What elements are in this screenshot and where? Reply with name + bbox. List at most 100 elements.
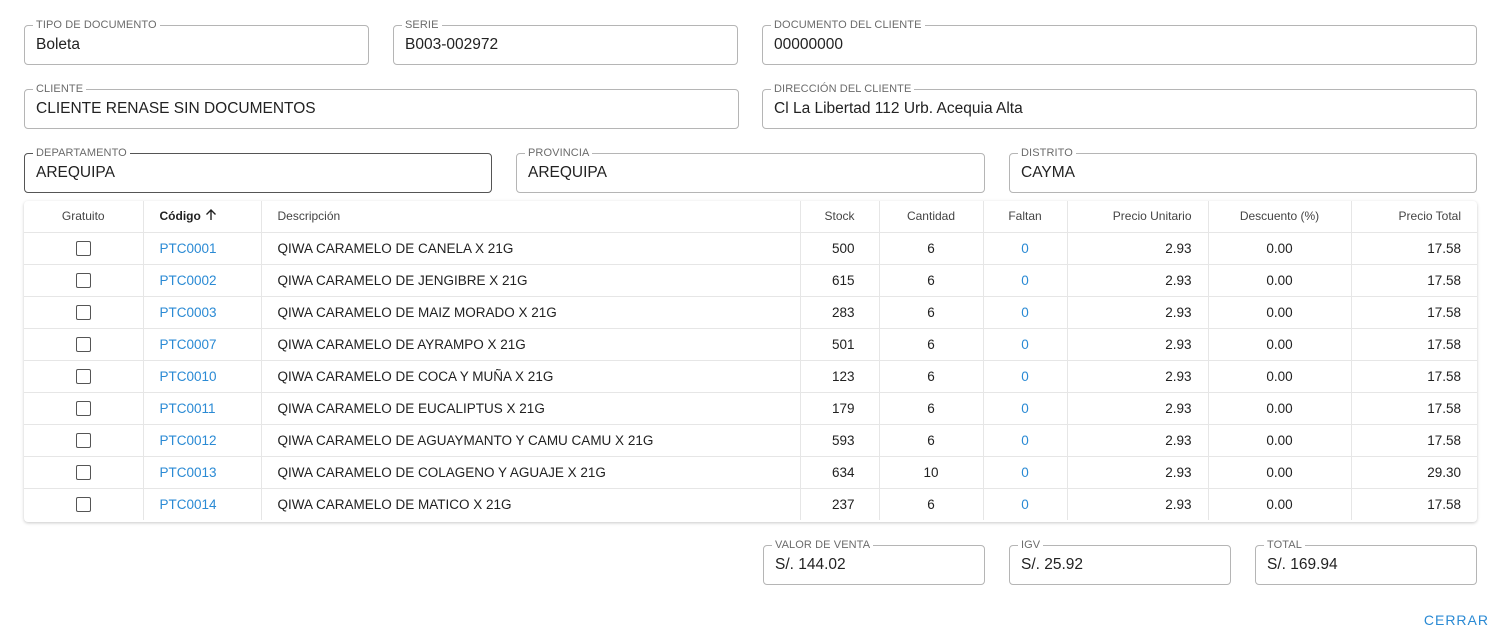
faltan-cell[interactable]: 0 (983, 296, 1068, 329)
descuento-cell: 0.00 (1208, 264, 1352, 297)
gratuito-checkbox-cell[interactable] (24, 232, 144, 265)
gratuito-checkbox[interactable] (75, 336, 91, 352)
precio-unitario-cell: 2.93 (1067, 296, 1209, 329)
codigo-cell[interactable]: PTC0001 (143, 232, 262, 265)
departamento-value: AREQUIPA (36, 164, 115, 181)
codigo-cell[interactable]: PTC0002 (143, 264, 262, 297)
col-header-faltan[interactable]: Faltan (983, 201, 1068, 233)
faltan-cell[interactable]: 0 (983, 488, 1068, 520)
faltan-cell[interactable]: 0 (983, 328, 1068, 361)
codigo-cell[interactable]: PTC0003 (143, 296, 262, 329)
stock-cell: 500 (800, 232, 880, 265)
col-header-descripcion[interactable]: Descripción (261, 201, 801, 233)
serie-label: SERIE (402, 19, 442, 31)
gratuito-checkbox[interactable] (75, 464, 91, 480)
documento-cliente-field[interactable]: DOCUMENTO DEL CLIENTE 00000000 (762, 19, 1477, 65)
col-header-codigo[interactable]: Código (143, 201, 262, 233)
descripcion-cell: QIWA CARAMELO DE COLAGENO Y AGUAJE X 21G (261, 456, 801, 489)
cliente-value: CLIENTE RENASE SIN DOCUMENTOS (36, 100, 316, 117)
gratuito-checkbox[interactable] (75, 400, 91, 416)
provincia-label: PROVINCIA (525, 147, 593, 159)
arrow-up-icon[interactable] (205, 208, 217, 224)
stock-cell: 237 (800, 488, 880, 520)
serie-field[interactable]: SERIE B003-002972 (393, 19, 738, 65)
gratuito-checkbox[interactable] (75, 272, 91, 288)
descuento-cell: 0.00 (1208, 424, 1352, 457)
gratuito-checkbox-cell[interactable] (24, 328, 144, 361)
codigo-cell[interactable]: PTC0010 (143, 360, 262, 393)
descripcion-cell: QIWA CARAMELO DE AGUAYMANTO Y CAMU CAMU … (261, 424, 801, 457)
gratuito-checkbox[interactable] (75, 432, 91, 448)
gratuito-checkbox-cell[interactable] (24, 360, 144, 393)
table-row[interactable]: PTC0001 QIWA CARAMELO DE CANELA X 21G 500 6… (24, 232, 1477, 265)
table-row[interactable]: PTC0014 QIWA CARAMELO DE MATICO X 21G 237 6… (24, 488, 1477, 520)
igv-value: S/. 25.92 (1021, 556, 1084, 573)
total-field[interactable]: TOTAL S/. 169.94 (1255, 539, 1477, 585)
faltan-cell[interactable]: 0 (983, 456, 1068, 489)
table-row[interactable]: PTC0013 QIWA CARAMELO DE COLAGENO Y AGUAJ… (24, 456, 1477, 489)
gratuito-checkbox-cell[interactable] (24, 264, 144, 297)
codigo-cell[interactable]: PTC0007 (143, 328, 262, 361)
descripcion-cell: QIWA CARAMELO DE MAIZ MORADO X 21G (261, 296, 801, 329)
cliente-label: CLIENTE (33, 83, 87, 95)
valor-venta-value: S/. 144.02 (775, 556, 846, 573)
codigo-cell[interactable]: PTC0014 (143, 488, 262, 520)
faltan-cell[interactable]: 0 (983, 264, 1068, 297)
gratuito-checkbox-cell[interactable] (24, 392, 144, 425)
table-row[interactable]: PTC0002 QIWA CARAMELO DE JENGIBRE X 21G 61… (24, 264, 1477, 297)
col-header-gratuito[interactable]: Gratuito (24, 201, 144, 233)
cliente-field[interactable]: CLIENTE CLIENTE RENASE SIN DOCUMENTOS (24, 83, 739, 129)
faltan-cell[interactable]: 0 (983, 360, 1068, 393)
igv-field[interactable]: IGV S/. 25.92 (1009, 539, 1231, 585)
stock-cell: 501 (800, 328, 880, 361)
valor-venta-field[interactable]: VALOR DE VENTA S/. 144.02 (763, 539, 985, 585)
tipo-documento-field[interactable]: TIPO DE DOCUMENTO Boleta (24, 19, 369, 65)
gratuito-checkbox[interactable] (75, 240, 91, 256)
cantidad-cell: 6 (879, 296, 984, 329)
distrito-field[interactable]: DISTRITO CAYMA (1009, 147, 1477, 193)
table-row[interactable]: PTC0012 QIWA CARAMELO DE AGUAYMANTO Y CAM… (24, 424, 1477, 457)
direccion-field[interactable]: DIRECCIÓN DEL CLIENTE Cl La Libertad 112… (762, 83, 1477, 129)
gratuito-checkbox-cell[interactable] (24, 456, 144, 489)
col-header-precio-total[interactable]: Precio Total (1351, 201, 1477, 233)
col-header-cantidad[interactable]: Cantidad (879, 201, 984, 233)
descripcion-cell: QIWA CARAMELO DE MATICO X 21G (261, 488, 801, 520)
precio-total-cell: 17.58 (1427, 496, 1461, 512)
total-value: S/. 169.94 (1267, 556, 1338, 573)
codigo-cell[interactable]: PTC0012 (143, 424, 262, 457)
codigo-cell[interactable]: PTC0011 (143, 392, 262, 425)
documento-cliente-value: 00000000 (774, 36, 843, 53)
col-header-codigo-label: Código (159, 208, 201, 223)
gratuito-checkbox[interactable] (75, 304, 91, 320)
gratuito-checkbox-cell[interactable] (24, 424, 144, 457)
tipo-documento-label: TIPO DE DOCUMENTO (33, 19, 160, 31)
table-row[interactable]: PTC0007 QIWA CARAMELO DE AYRAMPO X 21G 501… (24, 328, 1477, 361)
departamento-field[interactable]: DEPARTAMENTO AREQUIPA (24, 147, 492, 193)
provincia-field[interactable]: PROVINCIA AREQUIPA (516, 147, 985, 193)
precio-total-cell: 17.58 (1351, 296, 1477, 329)
codigo-cell[interactable]: PTC0013 (143, 456, 262, 489)
faltan-cell[interactable]: 0 (983, 232, 1068, 265)
col-header-precio-unitario[interactable]: Precio Unitario (1067, 201, 1209, 233)
cerrar-button[interactable]: CERRAR (1424, 612, 1489, 628)
distrito-label: DISTRITO (1018, 147, 1076, 159)
cantidad-cell: 10 (879, 456, 984, 489)
descuento-cell: 0.00 (1208, 232, 1352, 265)
faltan-cell[interactable]: 0 (983, 392, 1068, 425)
table-row[interactable]: PTC0003 QIWA CARAMELO DE MAIZ MORADO X 21… (24, 296, 1477, 329)
gratuito-checkbox-cell[interactable] (24, 488, 144, 520)
precio-total-cell: 17.58 (1351, 360, 1477, 393)
col-header-descuento[interactable]: Descuento (%) (1208, 201, 1352, 233)
table-row[interactable]: PTC0011 QIWA CARAMELO DE EUCALIPTUS X 21G… (24, 392, 1477, 425)
table-header-row: Gratuito Código Descripción Stock Cantid… (24, 201, 1477, 233)
table-row[interactable]: PTC0010 QIWA CARAMELO DE COCA Y MUÑA X 21… (24, 360, 1477, 393)
gratuito-checkbox[interactable] (75, 497, 91, 513)
precio-unitario-cell: 2.93 (1067, 424, 1209, 457)
gratuito-checkbox-cell[interactable] (24, 296, 144, 329)
descuento-cell: 0.00 (1208, 456, 1352, 489)
faltan-cell[interactable]: 0 (983, 424, 1068, 457)
col-header-stock[interactable]: Stock (800, 201, 880, 233)
gratuito-checkbox[interactable] (75, 368, 91, 384)
stock-cell: 283 (800, 296, 880, 329)
provincia-value: AREQUIPA (528, 164, 607, 181)
